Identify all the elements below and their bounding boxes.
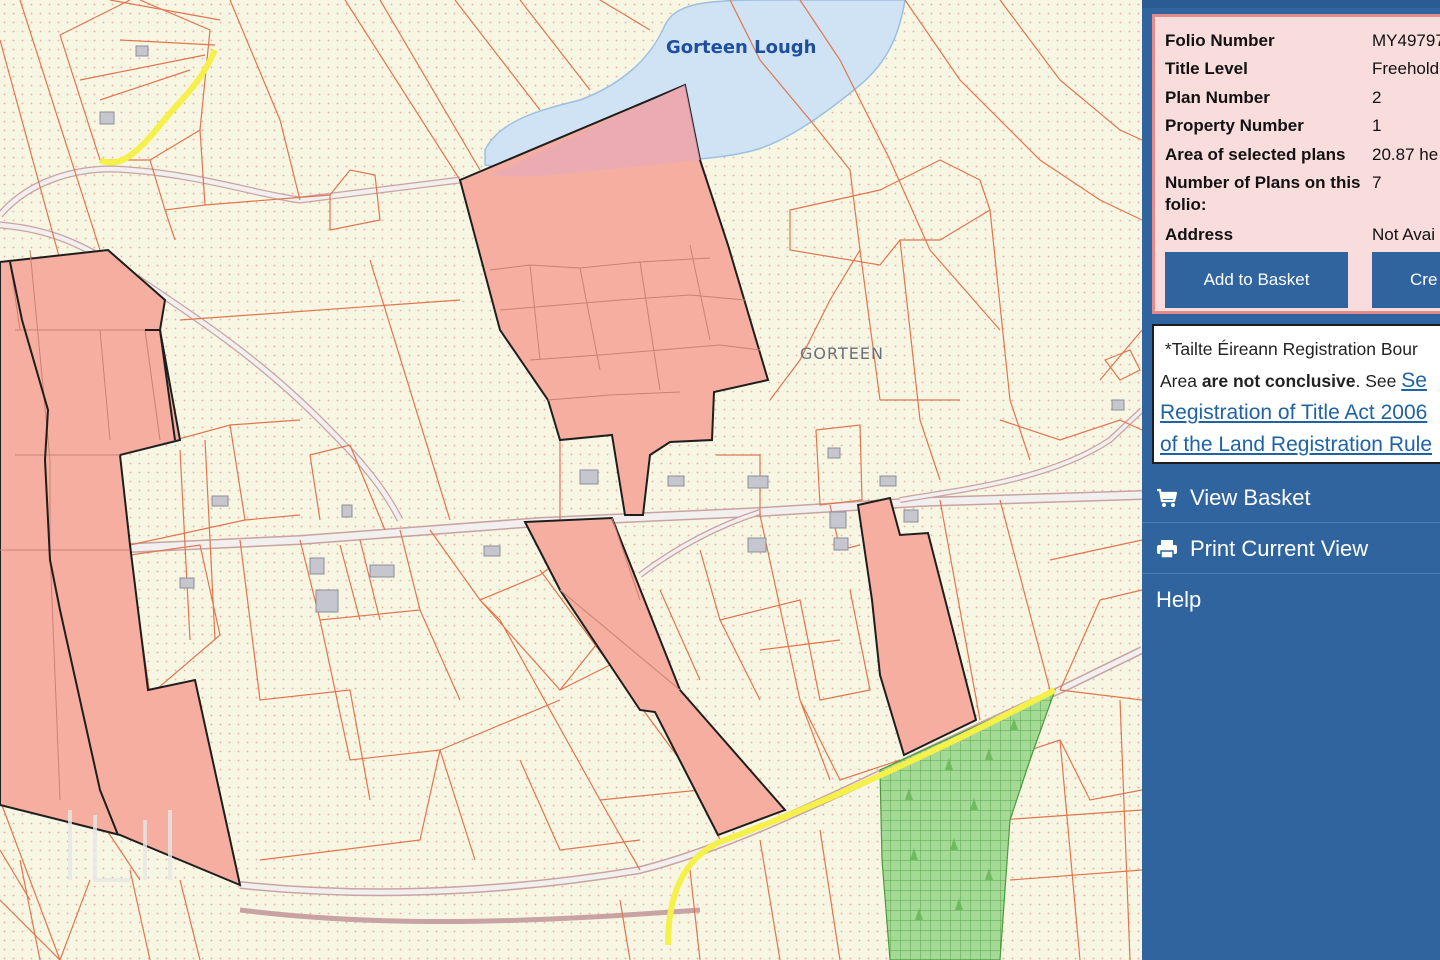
sidebar-top-strip — [1142, 0, 1440, 8]
print-view-label: Print Current View — [1190, 536, 1369, 561]
disclaimer-notice: *Tailte Éireann Registration Bour Area a… — [1152, 324, 1440, 464]
plans-count-value: 7 — [1372, 173, 1382, 192]
address-value: Not Avai — [1372, 225, 1436, 244]
printer-icon — [1157, 540, 1177, 559]
notice-line-1: *Tailte Éireann Registration Bour — [1164, 339, 1418, 359]
title-level-label: Title Level — [1165, 59, 1248, 78]
view-basket-menu-item[interactable]: View Basket — [1142, 473, 1440, 523]
view-basket-label: View Basket — [1190, 485, 1311, 510]
property-number-label: Property Number — [1165, 116, 1304, 135]
folio-number-label: Folio Number — [1165, 31, 1275, 50]
folio-number-value: MY49797 — [1372, 31, 1440, 50]
notice-line-3: Registration of Title Act 2006 — [1160, 397, 1440, 429]
notice-line-2: Area are not conclusive. See Se — [1160, 369, 1427, 392]
folio-info-panel: Folio Number MY49797 Title Level Freehol… — [1152, 14, 1440, 314]
map-canvas[interactable]: Gorteen Lough GORTEEN — [0, 0, 1142, 960]
map-svg[interactable] — [0, 0, 1142, 960]
area-value: 20.87 he — [1372, 145, 1439, 164]
address-label: Address — [1165, 225, 1234, 244]
add-to-basket-button[interactable]: Add to Basket — [1165, 252, 1348, 308]
plans-count-label: Number of Plans on this folio: — [1165, 173, 1361, 214]
townland-label: GORTEEN — [800, 344, 884, 363]
area-label: Area of selected plans — [1165, 145, 1346, 164]
plan-number-label: Plan Number — [1165, 88, 1270, 107]
title-level-value: Freehold — [1372, 59, 1440, 78]
notice-link-rules[interactable]: of the Land Registration Rule — [1160, 433, 1432, 456]
notice-link-section[interactable]: Se — [1401, 369, 1427, 392]
notice-link-act[interactable]: Registration of Title Act 2006 — [1160, 401, 1427, 424]
notice-line-4: of the Land Registration Rule — [1160, 429, 1440, 461]
help-label: Help — [1156, 587, 1202, 612]
help-menu-item[interactable]: Help — [1142, 575, 1440, 625]
sidebar: Folio Number MY49797 Title Level Freehol… — [1142, 0, 1440, 960]
plan-number-value: 2 — [1372, 88, 1382, 107]
print-view-menu-item[interactable]: Print Current View — [1142, 524, 1440, 574]
lake-label: Gorteen Lough — [666, 37, 817, 58]
property-number-value: 1 — [1372, 116, 1382, 135]
create-button[interactable]: Cre — [1372, 252, 1440, 308]
cart-icon — [1157, 488, 1178, 507]
notice-bold-text: are not conclusive — [1201, 371, 1356, 391]
